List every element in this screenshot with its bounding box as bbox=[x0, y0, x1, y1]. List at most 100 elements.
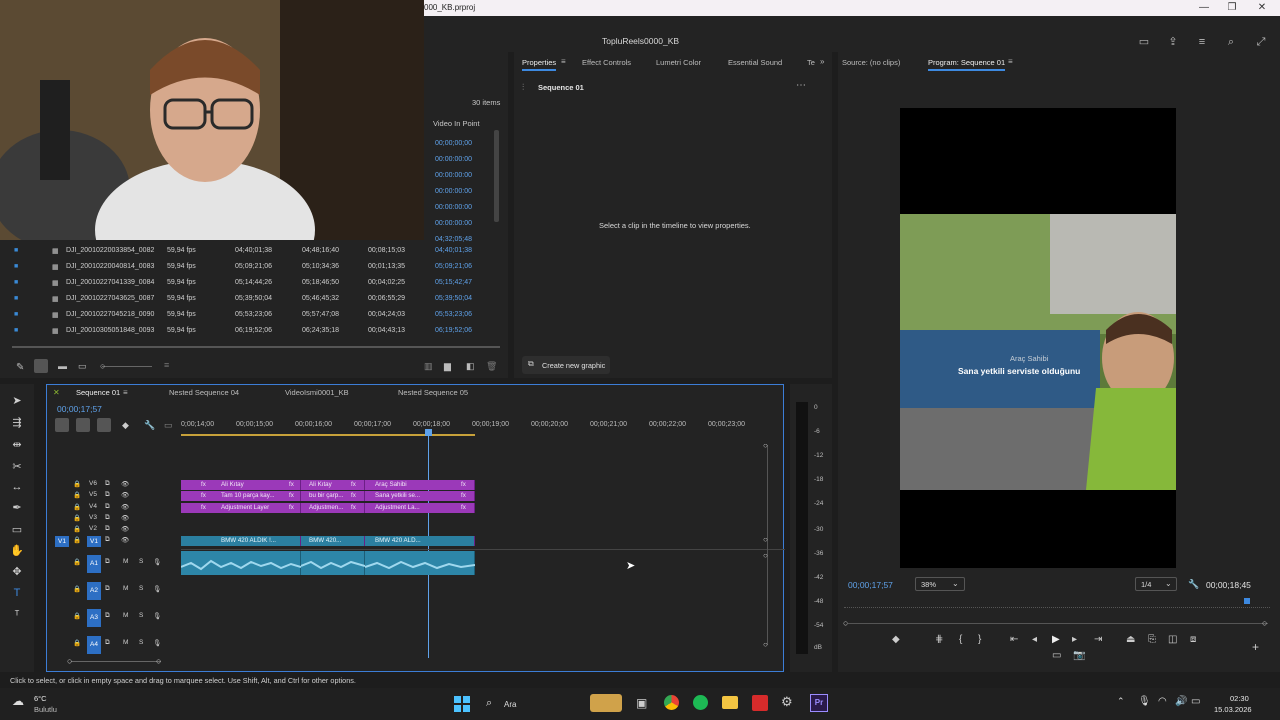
lock-icon[interactable]: 🔒 bbox=[73, 639, 81, 647]
solo-button[interactable]: S bbox=[139, 639, 143, 646]
chrome-icon[interactable] bbox=[664, 695, 679, 710]
tab-videoismi0001[interactable]: VideoIsmi0001_KB bbox=[285, 388, 349, 397]
tab-properties[interactable]: Properties bbox=[522, 58, 557, 71]
track-label[interactable]: A2 bbox=[87, 582, 101, 600]
solo-button[interactable]: S bbox=[139, 558, 143, 565]
maximize-button[interactable]: ❐ bbox=[1222, 1, 1242, 15]
horizontal-scrollbar[interactable] bbox=[12, 346, 500, 348]
eye-icon[interactable]: 👁 bbox=[121, 503, 129, 511]
audio-clip-a1[interactable] bbox=[180, 551, 302, 575]
wifi-icon[interactable]: ◠ bbox=[1158, 696, 1167, 707]
clip-v1[interactable]: BMW 420 ALDIK !... bbox=[181, 536, 301, 546]
clip-v1[interactable]: BMW 420 ALD... bbox=[365, 536, 475, 546]
add-button-icon[interactable]: + bbox=[1252, 640, 1259, 654]
mute-button[interactable]: M bbox=[123, 585, 128, 592]
type-tool-icon[interactable]: T bbox=[10, 586, 24, 600]
sync-lock-icon[interactable]: ⧉ bbox=[105, 491, 110, 499]
lock-icon[interactable]: 🔒 bbox=[73, 514, 81, 522]
linked-selection-icon[interactable] bbox=[97, 418, 111, 432]
zoom-select[interactable]: 38% ⌄ bbox=[915, 577, 965, 591]
zoom-tool-icon[interactable]: ✥ bbox=[10, 565, 24, 579]
sync-lock-icon[interactable]: ⧉ bbox=[105, 536, 110, 544]
zoom-slider[interactable] bbox=[102, 366, 152, 367]
clip-v6[interactable]: Araç Sahibi fx bbox=[365, 480, 475, 490]
tab-nested-sequence-04[interactable]: Nested Sequence 04 bbox=[169, 388, 239, 397]
microphone-icon[interactable]: 🎙 bbox=[1138, 696, 1151, 707]
zoom-slider-handle[interactable]: ○ bbox=[100, 361, 105, 371]
slip-icon[interactable]: ↔ bbox=[10, 480, 24, 494]
timeline-settings-icon[interactable]: 🔧 bbox=[144, 420, 155, 431]
widgets-icon[interactable] bbox=[590, 694, 622, 712]
trash-icon[interactable]: 🗑 bbox=[486, 361, 497, 372]
audio-clip-a1[interactable] bbox=[300, 551, 366, 575]
automate-icon[interactable]: ▥ bbox=[424, 361, 433, 372]
ripple-edit-icon[interactable]: ⇹ bbox=[10, 438, 24, 452]
audio-clip-a1[interactable] bbox=[364, 551, 476, 575]
track-label[interactable]: A4 bbox=[87, 636, 101, 654]
scroll-handle-left[interactable]: ○ bbox=[843, 618, 848, 628]
freeform-view-icon[interactable]: ▭ bbox=[78, 361, 87, 372]
tab-text[interactable]: Te bbox=[807, 58, 815, 67]
clip-v5[interactable]: bu bir çarp... fx bbox=[301, 491, 365, 501]
step-forward-icon[interactable]: ▸ bbox=[1072, 634, 1077, 645]
rectangle-icon[interactable]: ▭ bbox=[10, 523, 24, 537]
mute-button[interactable]: M bbox=[123, 612, 128, 619]
layout-icon[interactable]: ▭ bbox=[1137, 35, 1151, 49]
lock-icon[interactable]: 🔒 bbox=[73, 503, 81, 511]
program-video-frame[interactable]: Araç Sahibi Sana yetkili serviste olduğu… bbox=[900, 108, 1176, 568]
share-icon[interactable]: ⇪ bbox=[1166, 35, 1180, 49]
sync-lock-icon[interactable]: ⧉ bbox=[105, 514, 110, 522]
clip-v5[interactable]: Sana yetkili se... fx bbox=[365, 491, 475, 501]
clock-time[interactable]: 02:30 bbox=[1230, 694, 1249, 703]
lock-icon[interactable]: 🔒 bbox=[73, 558, 81, 566]
program-timecode[interactable]: 00;00;17;57 bbox=[848, 580, 893, 590]
play-icon[interactable]: ▶ bbox=[1052, 634, 1060, 645]
sync-lock-icon[interactable]: ⧉ bbox=[105, 585, 110, 593]
sort-icon[interactable]: ≡ bbox=[164, 360, 169, 370]
project-item-row[interactable]: ■ ▦ DJI_20010305051848_0093 59,94 fps 06;… bbox=[12, 324, 502, 340]
tab-program[interactable]: Program: Sequence 01 bbox=[928, 58, 1006, 71]
hand-icon[interactable]: ✋ bbox=[10, 544, 24, 558]
premiere-pro-icon[interactable]: Pr bbox=[810, 694, 828, 712]
weather-description[interactable]: Bulutlu bbox=[34, 705, 57, 714]
wrench-icon[interactable]: 🔧 bbox=[1188, 579, 1199, 590]
camera-icon[interactable]: 📷 bbox=[1073, 650, 1085, 661]
add-marker-icon[interactable]: ◆ bbox=[892, 634, 900, 645]
project-item-row[interactable]: ■ ▦ DJI_20010227041339_0084 59,94 fps 05;… bbox=[12, 276, 502, 292]
timeline-timecode[interactable]: 00;00;17;57 bbox=[57, 404, 102, 414]
clip-v5[interactable]: fx Tam 10 parça kay... fx bbox=[181, 491, 301, 501]
project-item-row[interactable]: ■ ▦ DJI_20010220033854_0082 59,94 fps 04;… bbox=[12, 244, 502, 260]
minimize-button[interactable]: — bbox=[1194, 1, 1214, 15]
eye-icon[interactable]: 👁 bbox=[121, 514, 129, 522]
mark-out-icon[interactable]: } bbox=[978, 634, 981, 645]
task-view-icon[interactable]: ▣ bbox=[636, 696, 647, 710]
lock-icon[interactable]: 🔒 bbox=[73, 536, 81, 544]
app-icon[interactable] bbox=[752, 695, 768, 711]
panel-menu-icon[interactable]: ≡ bbox=[1008, 57, 1013, 66]
microphone-icon[interactable]: 🎙 bbox=[153, 558, 161, 566]
vertical-type-icon[interactable]: ᵀ bbox=[10, 608, 24, 622]
horizontal-zoom-bar[interactable] bbox=[71, 661, 161, 662]
mark-in-icon[interactable]: { bbox=[959, 634, 962, 645]
video-audio-divider[interactable] bbox=[181, 549, 785, 550]
selection-tool-icon[interactable]: ➤ bbox=[10, 394, 24, 408]
razor-icon[interactable]: ✂ bbox=[10, 460, 24, 474]
tab-effect-controls[interactable]: Effect Controls bbox=[582, 58, 631, 67]
clock-date[interactable]: 15.03.2026 bbox=[1214, 705, 1252, 714]
solo-button[interactable]: S bbox=[139, 585, 143, 592]
eye-icon[interactable]: 👁 bbox=[121, 480, 129, 488]
playhead-handle[interactable] bbox=[425, 429, 432, 436]
weather-temperature[interactable]: 6°C bbox=[34, 694, 47, 703]
vertical-scrollbar[interactable] bbox=[767, 445, 768, 645]
microphone-icon[interactable]: 🎙 bbox=[153, 612, 161, 620]
column-header-video-in-point[interactable]: Video In Point bbox=[433, 119, 480, 128]
program-playhead[interactable] bbox=[1244, 598, 1250, 604]
workspaces-icon[interactable]: ≡ bbox=[1195, 35, 1209, 49]
program-time-ruler[interactable] bbox=[844, 602, 1270, 608]
battery-icon[interactable]: ▭ bbox=[1191, 696, 1200, 707]
sync-lock-icon[interactable]: ⧉ bbox=[105, 480, 110, 488]
tab-source[interactable]: Source: (no clips) bbox=[842, 58, 900, 67]
eye-icon[interactable]: 👁 bbox=[121, 536, 129, 544]
marker-icon[interactable]: ◆ bbox=[122, 420, 129, 431]
clip-v6[interactable]: Ali Kıtay fx bbox=[301, 480, 365, 490]
